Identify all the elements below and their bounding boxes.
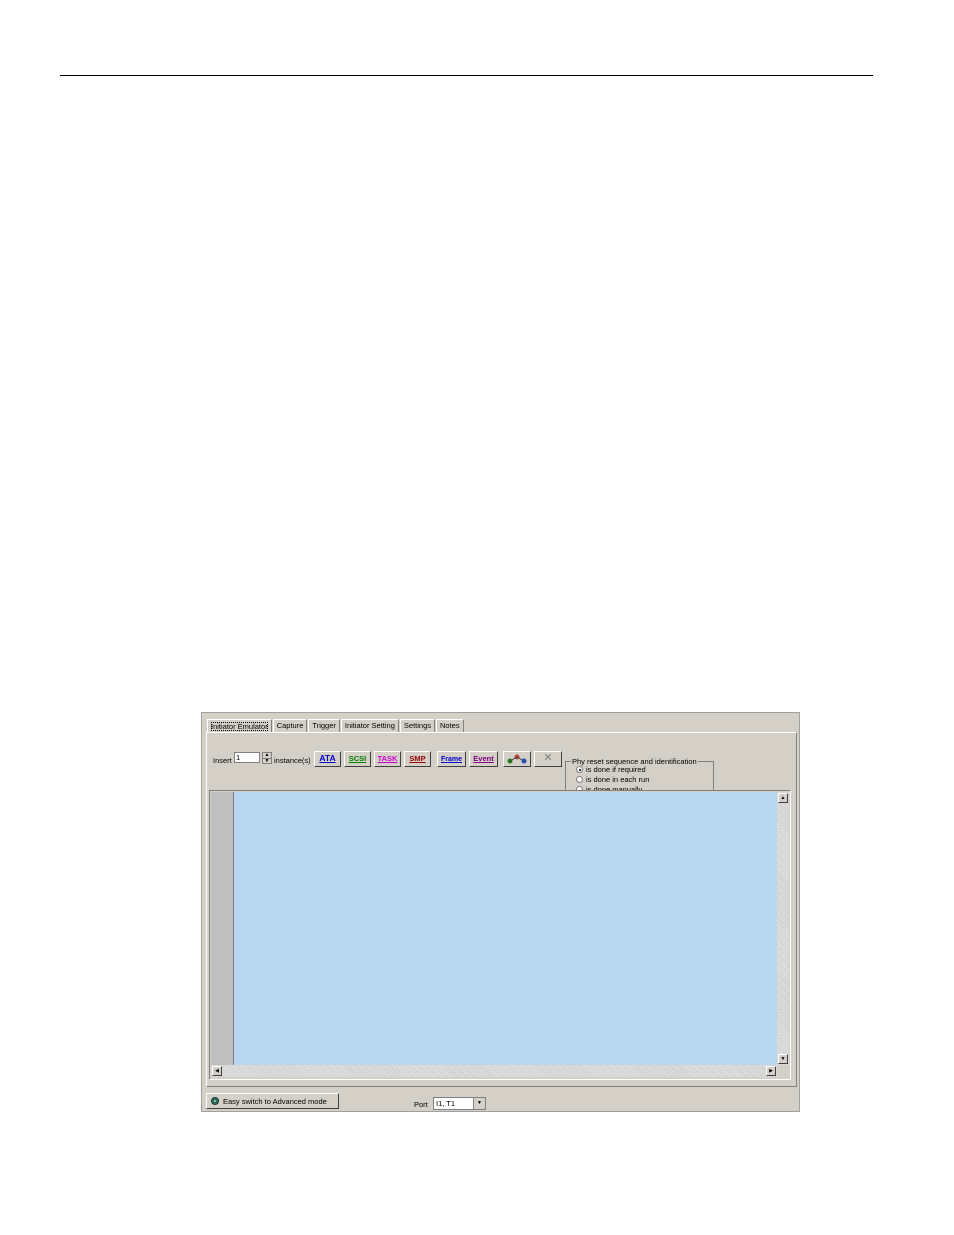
insert-label: Insert <box>213 756 232 765</box>
scroll-right-icon[interactable]: ▶ <box>766 1066 776 1076</box>
frame-button-label: Frame <box>440 756 462 763</box>
insert-count-input[interactable]: 1 <box>234 752 260 763</box>
chevron-down-icon[interactable]: ▼ <box>473 1098 485 1109</box>
port-value: I1, T1 <box>436 1099 456 1108</box>
radio-label: is done if required <box>586 765 646 774</box>
ata-button[interactable]: ATA <box>314 751 341 767</box>
task-button[interactable]: TASK <box>374 751 401 767</box>
page-top-rule <box>60 75 873 76</box>
initiator-emulator-window: Initiator Emulator Capture Trigger Initi… <box>201 712 800 1112</box>
port-label: Port <box>414 1100 428 1109</box>
horizontal-scrollbar[interactable]: ◀ ▶ <box>211 1065 777 1077</box>
tab-trigger[interactable]: Trigger <box>308 719 340 732</box>
tab-notes[interactable]: Notes <box>436 719 464 732</box>
instances-label: instance(s) <box>274 756 311 765</box>
frame-button[interactable]: Frame <box>437 751 466 767</box>
radio-selected-icon[interactable] <box>576 766 583 773</box>
event-button-label: Event <box>473 754 494 763</box>
task-button-label: TASK <box>377 754 398 763</box>
link-nodes-icon <box>507 754 527 764</box>
link-nodes-button[interactable] <box>503 751 531 767</box>
command-list: ▲ ▼ ◀ ▶ <box>209 790 791 1080</box>
radio-icon[interactable] <box>576 776 583 783</box>
tab-capture[interactable]: Capture <box>272 719 308 732</box>
switch-advanced-mode-label: Easy switch to Advanced mode <box>223 1096 327 1106</box>
smp-button[interactable]: SMP <box>404 751 431 767</box>
radio-done-if-required[interactable]: is done if required <box>576 765 646 774</box>
vertical-scrollbar[interactable]: ▲ ▼ <box>777 792 789 1065</box>
scroll-left-icon[interactable]: ◀ <box>212 1066 222 1076</box>
line-gutter <box>211 792 234 1065</box>
radio-done-each-run[interactable]: is done in each run <box>576 775 649 784</box>
event-button[interactable]: Event <box>469 751 498 767</box>
tab-initiator-setting[interactable]: Initiator Setting <box>340 719 399 732</box>
ata-button-label: ATA <box>319 753 336 763</box>
spin-down-icon[interactable]: ▼ <box>263 759 271 764</box>
close-icon: ✕ <box>543 752 553 764</box>
tab-initiator-emulator[interactable]: Initiator Emulator <box>207 719 272 733</box>
command-list-area[interactable] <box>234 792 777 1065</box>
smp-button-label: SMP <box>409 754 426 763</box>
scrollbar-corner <box>777 1065 789 1077</box>
tab-settings[interactable]: Settings <box>399 719 436 732</box>
scsi-button[interactable]: SCSI <box>344 751 371 767</box>
scroll-down-icon[interactable]: ▼ <box>778 1054 788 1064</box>
mode-switch-icon <box>211 1097 219 1105</box>
delete-button[interactable]: ✕ <box>534 751 562 767</box>
insert-count-spinner[interactable]: ▲ ▼ <box>262 752 272 764</box>
port-select[interactable]: I1, T1 ▼ <box>433 1097 486 1110</box>
radio-label: is done in each run <box>586 775 650 784</box>
tab-strip: Initiator Emulator Capture Trigger Initi… <box>207 719 465 733</box>
scsi-button-label: SCSI <box>348 754 367 763</box>
switch-advanced-mode-button[interactable]: Easy switch to Advanced mode <box>206 1093 339 1109</box>
scroll-up-icon[interactable]: ▲ <box>778 793 788 803</box>
